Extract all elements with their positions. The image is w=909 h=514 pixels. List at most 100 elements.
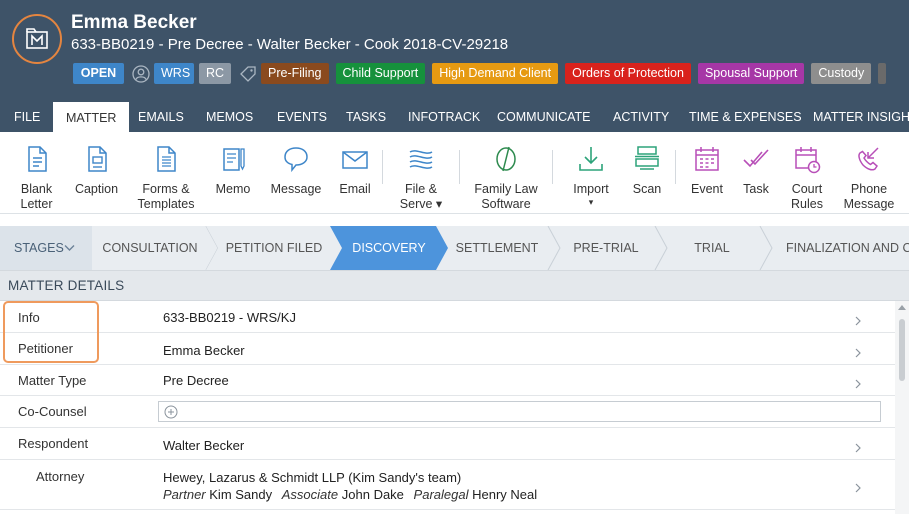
attorney-team: Partner Kim Sandy Associate John Dake Pa…	[163, 487, 538, 502]
stage-divider	[654, 226, 668, 270]
forms-templates-button[interactable]: Forms & Templates	[137, 144, 195, 212]
phone-message-button[interactable]: Phone Message	[841, 144, 897, 212]
file-serve-icon	[409, 150, 433, 169]
caption-button[interactable]: Caption	[72, 144, 121, 197]
message-button[interactable]: Message	[269, 144, 323, 197]
chevron-right-icon	[853, 440, 863, 453]
tab-communicate[interactable]: COMMUNICATE	[497, 101, 591, 132]
detail-row-info[interactable]: Info 633-BB0219 - WRS/KJ	[0, 301, 895, 333]
court-rules-button[interactable]: Court Rules	[786, 144, 828, 212]
client-name: Emma Becker	[71, 12, 197, 33]
tab-matter-insights[interactable]: MATTER INSIGHTS	[813, 101, 909, 132]
stage-discovery[interactable]: DISCOVERY	[342, 226, 436, 270]
stage-divider	[759, 226, 773, 270]
tag-row: OPEN WRS RC Pre-Filing Child Support Hig…	[73, 63, 892, 84]
matter-details-header: MATTER DETAILS	[0, 270, 909, 301]
tag-child-support[interactable]: Child Support	[335, 63, 426, 84]
attorney-label: Attorney	[36, 469, 85, 484]
email-button[interactable]: Email	[336, 144, 374, 197]
respondent-label: Respondent	[18, 436, 89, 451]
stages-dropdown[interactable]: STAGES	[14, 226, 76, 270]
tab-activity[interactable]: ACTIVITY	[613, 101, 669, 132]
stage-divider	[547, 226, 561, 270]
scanner-icon	[635, 146, 659, 170]
respondent-value: Walter Becker	[163, 438, 245, 453]
import-button[interactable]: Import ▾	[568, 144, 614, 207]
tag-pre-filing[interactable]: Pre-Filing	[261, 63, 329, 84]
envelope-icon	[342, 151, 368, 169]
detail-row-respondent[interactable]: Respondent Walter Becker	[0, 428, 895, 460]
chevron-right-icon	[853, 313, 863, 326]
stage-settlement[interactable]: SETTLEMENT	[448, 226, 546, 270]
detail-row-matter-type[interactable]: Matter Type Pre Decree	[0, 365, 895, 396]
matter-type-label: Matter Type	[18, 373, 87, 388]
matter-header: Emma Becker 633-BB0219 - Pre Decree - Wa…	[0, 0, 909, 101]
toolbar-divider	[675, 150, 676, 184]
memo-button[interactable]: Memo	[210, 144, 256, 197]
tab-matter[interactable]: MATTER	[53, 102, 130, 133]
info-value: 633-BB0219 - WRS/KJ	[163, 310, 296, 325]
person-icon	[132, 63, 152, 84]
matter-logo[interactable]	[12, 14, 62, 64]
file-serve-button[interactable]: File & Serve ▾	[398, 144, 444, 212]
tab-time-expenses[interactable]: TIME & EXPENSES	[689, 101, 802, 132]
matter-details-title: MATTER DETAILS	[8, 278, 125, 293]
chevron-right-icon	[853, 376, 863, 389]
court-rules-icon	[795, 147, 821, 174]
tag-high-demand-client[interactable]: High Demand Client	[432, 63, 559, 84]
tab-tasks[interactable]: TASKS	[346, 101, 386, 132]
blank-letter-button[interactable]: Blank Letter	[12, 144, 61, 212]
tag-spousal-support[interactable]: Spousal Support	[697, 63, 805, 84]
tag-overflow[interactable]	[878, 63, 887, 84]
family-law-software-icon	[496, 146, 516, 172]
highlight-annotation	[3, 301, 99, 363]
chevron-right-icon	[853, 345, 863, 358]
document-icon	[27, 146, 47, 172]
add-icon[interactable]	[164, 405, 178, 419]
tag-custody[interactable]: Custody	[811, 63, 872, 84]
calendar-icon	[695, 147, 719, 171]
forms-icon	[157, 146, 176, 172]
scroll-up-arrow[interactable]	[898, 305, 906, 310]
family-law-software-button[interactable]: Family Law Software	[474, 144, 538, 212]
tab-emails[interactable]: EMAILS	[138, 101, 184, 132]
attorney-firm: Hewey, Lazarus & Schmidt LLP (Kim Sandy'…	[163, 470, 462, 485]
tab-memos[interactable]: MEMOS	[206, 101, 253, 132]
co-counsel-input[interactable]	[158, 401, 881, 422]
memo-icon	[223, 148, 245, 171]
event-button[interactable]: Event	[688, 144, 726, 197]
stage-trial[interactable]: TRIAL	[667, 226, 757, 270]
scroll-thumb[interactable]	[899, 319, 905, 381]
speech-bubble-icon	[284, 147, 308, 173]
tag-orders-of-protection[interactable]: Orders of Protection	[565, 63, 691, 84]
stage-pre-trial[interactable]: PRE-TRIAL	[560, 226, 652, 270]
scan-button[interactable]: Scan	[627, 144, 667, 197]
tab-file[interactable]: FILE	[14, 101, 40, 132]
tab-events[interactable]: EVENTS	[277, 101, 327, 132]
stage-finalization[interactable]: FINALIZATION AND CO	[786, 226, 909, 270]
chevron-down-icon	[64, 245, 75, 251]
stages-bar: STAGES CONSULTATION PETITION FILED DISCO…	[0, 226, 909, 270]
task-button[interactable]: Task	[738, 144, 774, 197]
detail-row-attorney[interactable]: Attorney Hewey, Lazarus & Schmidt LLP (K…	[0, 460, 895, 510]
stage-petition-filed[interactable]: PETITION FILED	[218, 226, 330, 270]
stage-consultation[interactable]: CONSULTATION	[92, 226, 208, 270]
detail-row-petitioner[interactable]: Petitioner Emma Becker	[0, 333, 895, 365]
matter-type-value: Pre Decree	[163, 373, 229, 388]
toolbar-divider	[552, 150, 553, 184]
tab-infotrack[interactable]: INFOTRACK	[408, 101, 480, 132]
matter-folder-icon	[26, 28, 48, 49]
staff-tag-wrs[interactable]: WRS	[154, 63, 194, 84]
checkmark-icon	[743, 149, 769, 168]
caption-document-icon	[87, 146, 107, 172]
status-badge[interactable]: OPEN	[73, 63, 124, 84]
main-menu-tabs: FILE MATTER EMAILS MEMOS EVENTS TASKS IN…	[0, 101, 909, 133]
details-scrollbar[interactable]	[895, 301, 909, 514]
staff-tag-rc[interactable]: RC	[199, 63, 231, 84]
toolbar-divider	[459, 150, 460, 184]
download-icon	[579, 147, 603, 171]
chevron-right-icon	[853, 480, 863, 493]
phone-message-icon	[858, 147, 879, 171]
matter-details-list: Info 633-BB0219 - WRS/KJ Petitioner Emma…	[0, 301, 895, 514]
matter-summary: 633-BB0219 - Pre Decree - Walter Becker …	[71, 36, 509, 53]
